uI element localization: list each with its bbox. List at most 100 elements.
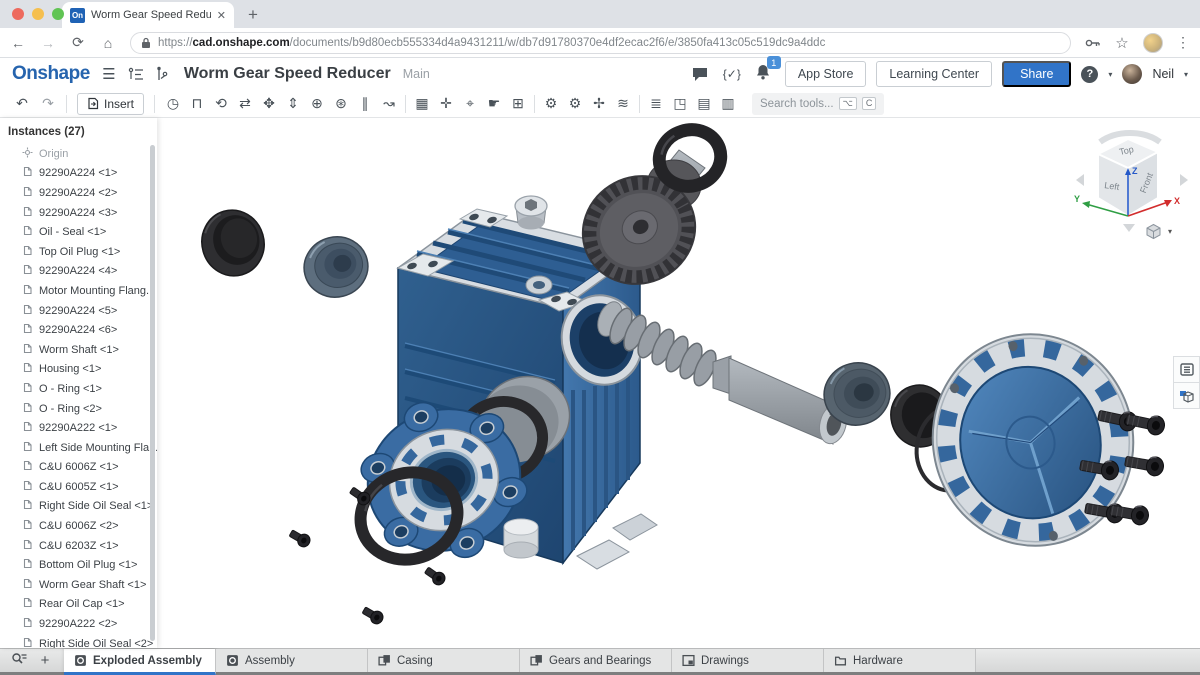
instance-item[interactable]: C&U 6203Z <1>	[0, 536, 157, 556]
named-positions-icon[interactable]: ▥	[716, 95, 740, 112]
document-tab-assembly[interactable]: Assembly	[216, 649, 368, 672]
main-menu-icon[interactable]: ☰	[100, 65, 118, 83]
instance-item[interactable]: 92290A224 <4>	[0, 262, 157, 282]
app-store-button[interactable]: App Store	[785, 61, 867, 87]
document-tab-gears-and-bearings[interactable]: Gears and Bearings	[520, 649, 672, 672]
view-options-button[interactable]: ▾	[1145, 223, 1172, 240]
exploded-view-icon[interactable]: ◳	[668, 95, 692, 112]
pin-slot-mate-icon[interactable]: ⊕	[305, 95, 329, 112]
part-oil-seal[interactable]	[194, 203, 272, 284]
instance-item[interactable]: 92290A224 <1>	[0, 164, 157, 184]
user-avatar[interactable]	[1122, 64, 1142, 84]
tab-close-icon[interactable]: ✕	[217, 9, 226, 22]
part-motor-mounting-flange[interactable]	[913, 316, 1153, 565]
versions-icon[interactable]	[128, 67, 145, 82]
rotate-left-icon[interactable]	[1076, 174, 1084, 186]
fastened-mate-icon[interactable]: ⊓	[185, 95, 209, 112]
in-context-icon[interactable]: ☛	[482, 95, 506, 112]
3d-viewport-canvas[interactable]	[157, 118, 1200, 648]
instance-item[interactable]: O - Ring <1>	[0, 379, 157, 399]
document-tab-exploded-assembly[interactable]: Exploded Assembly	[64, 649, 216, 675]
screw-relation-icon[interactable]: ≋	[611, 95, 635, 112]
revolute-mate-icon[interactable]: ⟲	[209, 95, 233, 112]
instance-item[interactable]: 92290A224 <2>	[0, 183, 157, 203]
document-tab-drawings[interactable]: Drawings	[672, 649, 824, 672]
instance-item[interactable]: Right Side Oil Seal <1>	[0, 497, 157, 517]
close-window-button[interactable]	[12, 8, 24, 20]
learning-center-button[interactable]: Learning Center	[876, 61, 992, 87]
instance-item[interactable]: Housing <1>	[0, 360, 157, 380]
add-tab-button[interactable]: +	[34, 652, 56, 669]
undo-icon[interactable]: ↶	[10, 95, 34, 112]
window-controls[interactable]	[12, 8, 64, 20]
document-title[interactable]: Worm Gear Speed Reducer	[184, 65, 391, 83]
user-caret-icon[interactable]: ▾	[1184, 70, 1188, 79]
parts-panel-button[interactable]	[1173, 382, 1200, 409]
forward-icon[interactable]: →	[40, 35, 56, 51]
bookmark-star-icon[interactable]: ☆	[1114, 34, 1130, 52]
comments-icon[interactable]	[691, 66, 709, 82]
tab-manager-icon[interactable]	[8, 652, 30, 670]
gear-relation-icon[interactable]: ⚙	[563, 95, 587, 112]
linear-pattern-icon[interactable]: ≣	[644, 95, 668, 112]
parallel-mate-icon[interactable]: ∥	[353, 95, 377, 112]
browser-profile-avatar[interactable]	[1143, 33, 1163, 53]
instance-item[interactable]: Worm Shaft <1>	[0, 340, 157, 360]
instance-item[interactable]: Top Oil Plug <1>	[0, 242, 157, 262]
instances-scrollbar[interactable]	[150, 145, 155, 641]
help-caret-icon[interactable]: ▾	[1108, 70, 1112, 79]
replicate-icon[interactable]: ⚙	[539, 95, 563, 112]
snap-mode-icon[interactable]: ⌖	[458, 95, 482, 112]
rotate-right-icon[interactable]	[1180, 174, 1188, 186]
slider-mate-icon[interactable]: ⇄	[233, 95, 257, 112]
features-panel-button[interactable]	[1173, 356, 1200, 383]
browser-menu-icon[interactable]: ⋮	[1176, 34, 1190, 51]
password-key-icon[interactable]	[1085, 38, 1101, 48]
instance-item[interactable]: C&U 6006Z <2>	[0, 516, 157, 536]
instance-item[interactable]: C&U 6006Z <1>	[0, 458, 157, 478]
instance-item[interactable]: Bottom Oil Plug <1>	[0, 555, 157, 575]
mate-connector-icon[interactable]: ✛	[434, 95, 458, 112]
group-icon[interactable]: ▦	[410, 95, 434, 112]
branch-icon[interactable]	[155, 66, 168, 82]
share-button[interactable]: Share	[1002, 61, 1071, 87]
document-tab-casing[interactable]: Casing	[368, 649, 520, 672]
instance-item[interactable]: Motor Mounting Flang...	[0, 281, 157, 301]
tangent-mate-icon[interactable]: ↝	[377, 95, 401, 112]
search-tools-field[interactable]: Search tools... ⌥ C	[752, 93, 884, 115]
workspace-name[interactable]: Main	[403, 67, 430, 81]
instance-item[interactable]: 92290A224 <6>	[0, 320, 157, 340]
instance-item[interactable]: 92290A224 <5>	[0, 301, 157, 321]
instance-item[interactable]: Rear Oil Cap <1>	[0, 595, 157, 615]
part-bearing-front[interactable]	[298, 230, 375, 304]
zoom-window-button[interactable]	[52, 8, 64, 20]
redo-icon[interactable]: ↷	[36, 95, 60, 112]
onshape-logo[interactable]: Onshape	[12, 63, 90, 85]
cylindrical-mate-icon[interactable]: ⇕	[281, 95, 305, 112]
browser-tab[interactable]: On Worm Gear Speed Reducer | E ✕	[62, 2, 234, 28]
notifications-bell[interactable]: 1	[755, 63, 775, 85]
document-tab-hardware[interactable]: Hardware	[824, 649, 976, 672]
instance-item-origin[interactable]: Origin	[0, 144, 157, 164]
minimize-window-button[interactable]	[32, 8, 44, 20]
user-name[interactable]: Neil	[1152, 67, 1174, 81]
part-top-oil-plug[interactable]	[515, 196, 547, 230]
new-tab-button[interactable]: +	[248, 5, 258, 25]
part-bottom-plug[interactable]	[504, 519, 538, 558]
instance-item[interactable]: O - Ring <2>	[0, 399, 157, 419]
help-button[interactable]: ?	[1081, 66, 1098, 83]
rotate-down-icon[interactable]	[1123, 224, 1135, 232]
instance-item[interactable]: C&U 6005Z <1>	[0, 477, 157, 497]
reload-icon[interactable]: ⟳	[70, 34, 86, 51]
planar-mate-icon[interactable]: ✥	[257, 95, 281, 112]
instance-item[interactable]: 92290A222 <1>	[0, 418, 157, 438]
instance-item[interactable]: Oil - Seal <1>	[0, 222, 157, 242]
instance-item[interactable]: Worm Gear Shaft <1>	[0, 575, 157, 595]
back-icon[interactable]: ←	[10, 35, 26, 51]
home-icon[interactable]: ⌂	[100, 35, 116, 51]
instance-item[interactable]: 92290A222 <2>	[0, 614, 157, 634]
drawing-icon[interactable]: ▤	[692, 95, 716, 112]
instance-item[interactable]: 92290A224 <3>	[0, 203, 157, 223]
view-cube[interactable]: Top Left Front Z X Y	[1072, 124, 1192, 246]
feedback-icon[interactable]: {✓}	[719, 67, 745, 81]
